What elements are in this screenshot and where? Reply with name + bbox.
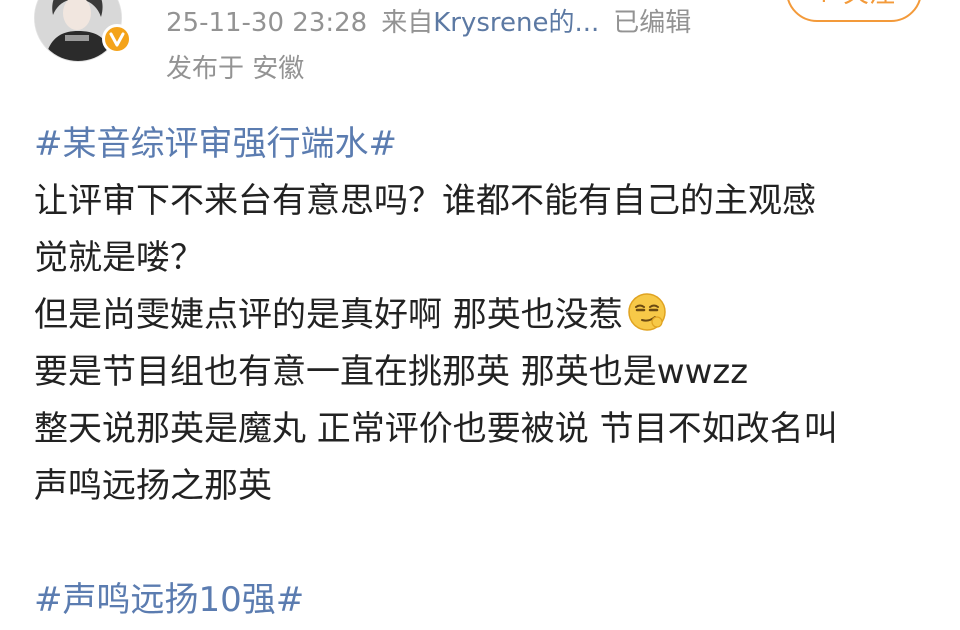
smirk-face-emoji-icon <box>628 293 666 331</box>
post-text-line: 声鸣远扬之那英 <box>34 466 272 506</box>
post-location: 发布于 安徽 <box>166 54 305 84</box>
post-text-line: 整天说那英是魔丸 正常评价也要被说 节目不如改名叫 <box>34 409 838 449</box>
post-text-line: 让评审下不来台有意思吗？谁都不能有自己的主观感 <box>34 181 816 221</box>
verified-badge-icon <box>102 24 132 54</box>
post-timestamp: 25-11-30 23:28 <box>166 8 368 38</box>
post-text: 但是尚雯婕点评的是真好啊 那英也没惹 <box>34 295 623 335</box>
source-link[interactable]: Krysrene的... <box>433 8 599 38</box>
source-prefix: 来自 <box>381 8 434 38</box>
post-content: #某音综评审强行端水# 让评审下不来台有意思吗？谁都不能有自己的主观感 觉就是喽… <box>34 116 934 629</box>
post-text-line-with-emoji: 但是尚雯婕点评的是真好啊 那英也没惹 <box>34 287 934 344</box>
author-avatar-wrap[interactable] <box>34 0 132 72</box>
follow-button[interactable]: + 关注 <box>786 0 922 22</box>
follow-button-label: + 关注 <box>813 0 895 10</box>
post-text-line: 要是节目组也有意一直在挑那英 那英也是wwzz <box>34 352 749 392</box>
edited-label[interactable]: 已编辑 <box>613 8 691 38</box>
topic-link[interactable]: #声鸣远扬10强# <box>34 572 934 629</box>
topic-link[interactable]: #某音综评审强行端水# <box>34 116 934 173</box>
post-meta: 25-11-30 23:28 来自Krysrene的... 已编辑 <box>166 6 691 40</box>
post-text-line: 觉就是喽？ <box>34 238 204 278</box>
